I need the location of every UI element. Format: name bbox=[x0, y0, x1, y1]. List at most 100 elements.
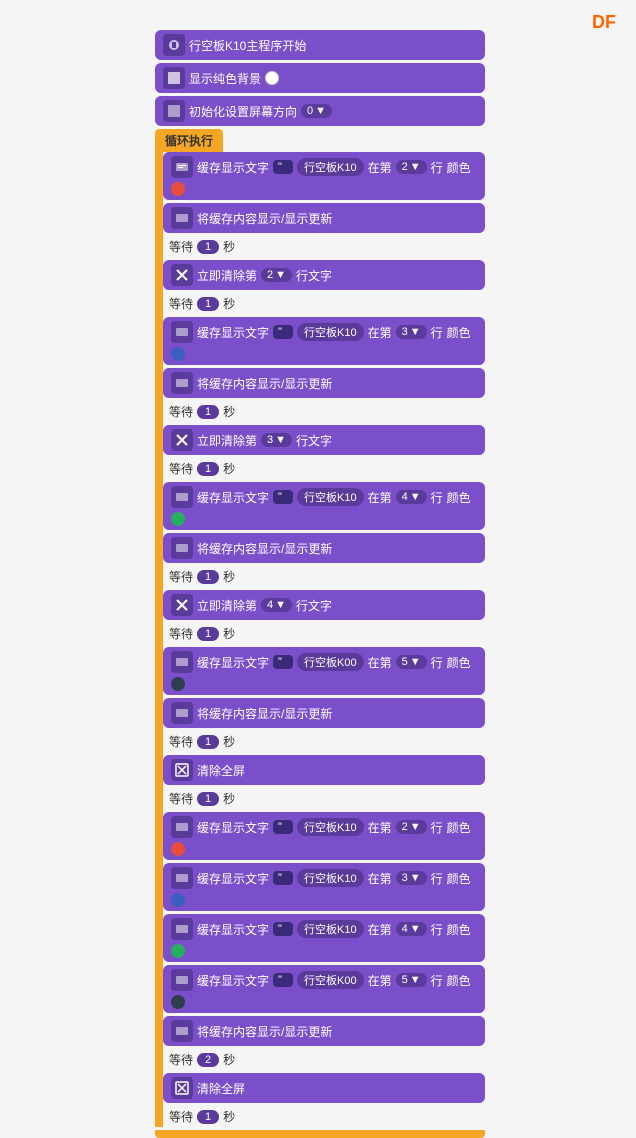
line-dropdown-1[interactable]: 2▼ bbox=[396, 160, 427, 174]
wait-num-3[interactable]: 1 bbox=[197, 405, 219, 419]
main-container: 行空板K10主程序开始 显示纯色背景 初始化设置屏幕方向 0 ▼ 循环执行 bbox=[155, 30, 485, 1138]
line-text-label-2: 行文字 bbox=[296, 432, 332, 449]
sec-label-10: 秒 bbox=[223, 1108, 235, 1125]
text-input-2[interactable]: " bbox=[273, 325, 293, 339]
line-dropdown-3[interactable]: 4▼ bbox=[396, 490, 427, 504]
screen-dir-dropdown[interactable]: 0 ▼ bbox=[301, 104, 332, 118]
clear-line-1: 立即清除第 2▼ 行文字 bbox=[163, 260, 485, 290]
cache-text-label-5: 缓存显示文字 bbox=[197, 819, 269, 836]
text-input-7[interactable]: " bbox=[273, 922, 293, 936]
text-input-3[interactable]: " bbox=[273, 490, 293, 504]
cache-text-3: 缓存显示文字 " 行空板K10 在第 4▼ 行 颜色 bbox=[163, 482, 485, 530]
device-chip-3[interactable]: 行空板K10 bbox=[297, 488, 364, 506]
device-chip-2[interactable]: 行空板K10 bbox=[297, 323, 364, 341]
at-label-3: 在第 bbox=[368, 489, 392, 506]
cache-icon-2 bbox=[171, 321, 193, 343]
wait-num-7[interactable]: 1 bbox=[197, 735, 219, 749]
device-chip-1[interactable]: 行空板K10 bbox=[297, 158, 364, 176]
cache-text-label-6: 缓存显示文字 bbox=[197, 870, 269, 887]
wait-label-4: 等待 bbox=[169, 460, 193, 477]
cache-text-label-7: 缓存显示文字 bbox=[197, 921, 269, 938]
sec-label-4: 秒 bbox=[223, 460, 235, 477]
clear-all-icon-2 bbox=[171, 1077, 193, 1099]
color-label-5: 颜色 bbox=[447, 819, 471, 836]
device-chip-4[interactable]: 行空板K00 bbox=[297, 653, 364, 671]
clear-line-dropdown-1[interactable]: 2▼ bbox=[261, 268, 292, 282]
line-dropdown-5[interactable]: 2▼ bbox=[396, 820, 427, 834]
at-label-2: 在第 bbox=[368, 324, 392, 341]
sec-label-7: 秒 bbox=[223, 733, 235, 750]
at-label-5: 在第 bbox=[368, 819, 392, 836]
at-label-4: 在第 bbox=[368, 654, 392, 671]
init-screen-icon bbox=[163, 100, 185, 122]
device-chip-5[interactable]: 行空板K10 bbox=[297, 818, 364, 836]
loop-footer bbox=[155, 1130, 485, 1138]
show-cache-icon-5 bbox=[171, 1020, 193, 1042]
line-dropdown-6[interactable]: 3▼ bbox=[396, 871, 427, 885]
row-label-7: 行 bbox=[431, 921, 443, 938]
loop-container: 循环执行 缓存显示文字 " 行空板K10 在第 2▼ 行 颜色 bbox=[155, 129, 485, 1138]
color-dot-6 bbox=[171, 893, 185, 907]
wait-num-2[interactable]: 1 bbox=[197, 297, 219, 311]
wait-row-6: 等待 1 秒 bbox=[163, 623, 485, 644]
color-label-8: 颜色 bbox=[447, 972, 471, 989]
clear-line-dropdown-3[interactable]: 4▼ bbox=[261, 598, 292, 612]
sec-label-5: 秒 bbox=[223, 568, 235, 585]
row-label-4: 行 bbox=[431, 654, 443, 671]
line-dropdown-4[interactable]: 5▼ bbox=[396, 655, 427, 669]
show-cache-label-2: 将缓存内容显示/显示更新 bbox=[197, 375, 332, 392]
color-label-1: 颜色 bbox=[447, 159, 471, 176]
show-cache-icon-3 bbox=[171, 537, 193, 559]
wait-num-6[interactable]: 1 bbox=[197, 627, 219, 641]
text-input-8[interactable]: " bbox=[273, 973, 293, 987]
line-dropdown-2[interactable]: 3▼ bbox=[396, 325, 427, 339]
line-dropdown-8[interactable]: 5▼ bbox=[396, 973, 427, 987]
wait-row-3: 等待 1 秒 bbox=[163, 401, 485, 422]
start-block: 行空板K10主程序开始 bbox=[155, 30, 485, 60]
wait-num-4[interactable]: 1 bbox=[197, 462, 219, 476]
wait-label-6: 等待 bbox=[169, 625, 193, 642]
start-label: 行空板K10主程序开始 bbox=[189, 37, 306, 54]
device-chip-6[interactable]: 行空板K10 bbox=[297, 869, 364, 887]
cache-icon-5 bbox=[171, 816, 193, 838]
bg-color-dot bbox=[265, 71, 279, 85]
at-label-7: 在第 bbox=[368, 921, 392, 938]
text-input-1[interactable]: " bbox=[273, 160, 293, 174]
text-input-5[interactable]: " bbox=[273, 820, 293, 834]
line-dropdown-7[interactable]: 4▼ bbox=[396, 922, 427, 936]
cache-text-1: 缓存显示文字 " 行空板K10 在第 2▼ 行 颜色 bbox=[163, 152, 485, 200]
loop-label: 循环执行 bbox=[155, 129, 223, 152]
clear-all-icon-1 bbox=[171, 759, 193, 781]
device-chip-8[interactable]: 行空板K00 bbox=[297, 971, 364, 989]
show-cache-icon-1 bbox=[171, 207, 193, 229]
cache-text-6: 缓存显示文字 " 行空板K10 在第 3▼ 行 颜色 bbox=[163, 863, 485, 911]
cache-text-4: 缓存显示文字 " 行空板K00 在第 5▼ 行 颜色 bbox=[163, 647, 485, 695]
text-input-6[interactable]: " bbox=[273, 871, 293, 885]
wait-label-2: 等待 bbox=[169, 295, 193, 312]
show-cache-5: 将缓存内容显示/显示更新 bbox=[163, 1016, 485, 1046]
clear-line-label-1: 立即清除第 bbox=[197, 267, 257, 284]
wait-label-10: 等待 bbox=[169, 1108, 193, 1125]
wait-num-8[interactable]: 1 bbox=[197, 792, 219, 806]
cache-text-8: 缓存显示文字 " 行空板K00 在第 5▼ 行 颜色 bbox=[163, 965, 485, 1013]
row-label-1: 行 bbox=[431, 159, 443, 176]
wait-label-5: 等待 bbox=[169, 568, 193, 585]
wait-num-1[interactable]: 1 bbox=[197, 240, 219, 254]
wait-num-5[interactable]: 1 bbox=[197, 570, 219, 584]
at-label-6: 在第 bbox=[368, 870, 392, 887]
show-bg-label: 显示纯色背景 bbox=[189, 70, 261, 87]
df-logo: DF bbox=[592, 12, 616, 33]
wait-num-10[interactable]: 1 bbox=[197, 1110, 219, 1124]
text-input-4[interactable]: " bbox=[273, 655, 293, 669]
show-cache-label-3: 将缓存内容显示/显示更新 bbox=[197, 540, 332, 557]
clear-line-dropdown-2[interactable]: 3▼ bbox=[261, 433, 292, 447]
at-label-1: 在第 bbox=[368, 159, 392, 176]
cache-icon-1 bbox=[171, 156, 193, 178]
row-label-2: 行 bbox=[431, 324, 443, 341]
cache-text-label-4: 缓存显示文字 bbox=[197, 654, 269, 671]
show-cache-2: 将缓存内容显示/显示更新 bbox=[163, 368, 485, 398]
device-chip-7[interactable]: 行空板K10 bbox=[297, 920, 364, 938]
show-cache-icon-4 bbox=[171, 702, 193, 724]
start-icon bbox=[163, 34, 185, 56]
wait-num-9[interactable]: 2 bbox=[197, 1053, 219, 1067]
